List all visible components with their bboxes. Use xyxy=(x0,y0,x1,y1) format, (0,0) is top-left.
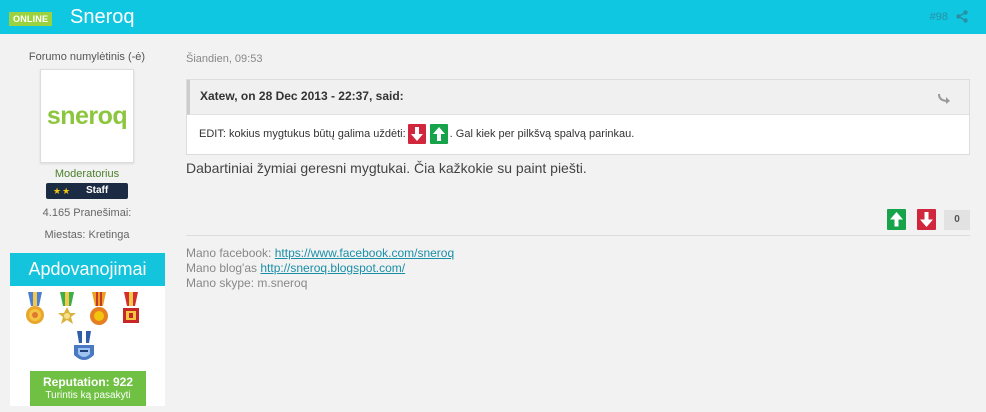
medal-shield-icon[interactable] xyxy=(72,331,96,365)
post-date[interactable]: Šiandien, 09:53 xyxy=(186,53,262,65)
signature: Mano facebook: https://www.facebook.com/… xyxy=(186,235,970,291)
reputation-text: Turintis ką pasakyti xyxy=(45,390,131,401)
signature-facebook-line: Mano facebook: https://www.facebook.com/… xyxy=(186,246,970,261)
author-name-link[interactable]: Sneroq xyxy=(70,6,135,28)
signature-blog-line: Mano blog'as http://sneroq.blogspot.com/ xyxy=(186,261,970,276)
group-name: Moderatorius xyxy=(54,168,120,180)
quote-text-before: EDIT: kokius mygtukus būtų galima uždėti… xyxy=(199,128,406,140)
post-count: 4.165 Pranešimai: xyxy=(42,207,132,219)
author-info: Forumo numylėtinis (-ė) sneroq Moderator… xyxy=(0,34,176,412)
member-title: Forumo numylėtinis (-ė) xyxy=(28,51,146,63)
avatar-logo: sneroq xyxy=(46,101,128,130)
reputation-value: Reputation: 922 xyxy=(42,375,133,389)
medal-orange-icon[interactable] xyxy=(88,292,110,328)
blog-link[interactable]: http://sneroq.blogspot.com/ xyxy=(260,261,405,275)
medal-red-icon[interactable] xyxy=(120,292,142,328)
rank-stars-icon: ★★ xyxy=(53,186,72,196)
facebook-label: Mano facebook: xyxy=(186,246,272,260)
facebook-link[interactable]: https://www.facebook.com/sneroq xyxy=(275,246,454,260)
vote-down-icon[interactable] xyxy=(917,209,936,230)
reputation-badge: Reputation: 922 Turintis ką pasakyti xyxy=(30,371,146,406)
skype-text: Mano skype: m.sneroq xyxy=(186,276,308,290)
staff-rank-bar: ★★ Staff xyxy=(46,183,128,199)
online-badge: ONLINE xyxy=(9,12,53,26)
view-quoted-post-icon[interactable] xyxy=(937,92,951,104)
avatar[interactable]: sneroq xyxy=(40,69,134,163)
vote-up-icon[interactable] xyxy=(887,209,906,230)
quote-text-after: . Gal kiek per pilkšvą spalvą parinkau. xyxy=(449,128,635,140)
down-arrow-button-icon xyxy=(407,124,426,144)
location: Miestas: Kretinga xyxy=(44,229,130,241)
share-icon[interactable] xyxy=(956,10,968,23)
awards-title: Apdovanojimai xyxy=(10,253,165,286)
up-arrow-button-icon xyxy=(429,124,448,144)
medal-blue-icon[interactable] xyxy=(24,292,46,328)
quote-citation: Xatew, on 28 Dec 2013 - 22:37, said: xyxy=(200,89,404,103)
staff-label: Staff xyxy=(86,185,109,196)
post-header: ONLINE Sneroq #98 xyxy=(0,0,986,34)
medal-green-icon[interactable] xyxy=(56,292,78,328)
post-number-link[interactable]: #98 xyxy=(930,11,948,23)
post-body: Dabartiniai žymiai geresni mygtukai. Čia… xyxy=(186,160,587,176)
quote-header: Xatew, on 28 Dec 2013 - 22:37, said: xyxy=(187,80,969,115)
vote-controls: 0 xyxy=(887,208,970,230)
vote-count: 0 xyxy=(944,210,970,230)
blog-label: Mano blog'as xyxy=(186,261,258,275)
quote-block: Xatew, on 28 Dec 2013 - 22:37, said: EDI… xyxy=(186,79,970,155)
quote-body: EDIT: kokius mygtukus būtų galima uždėti… xyxy=(199,124,634,144)
